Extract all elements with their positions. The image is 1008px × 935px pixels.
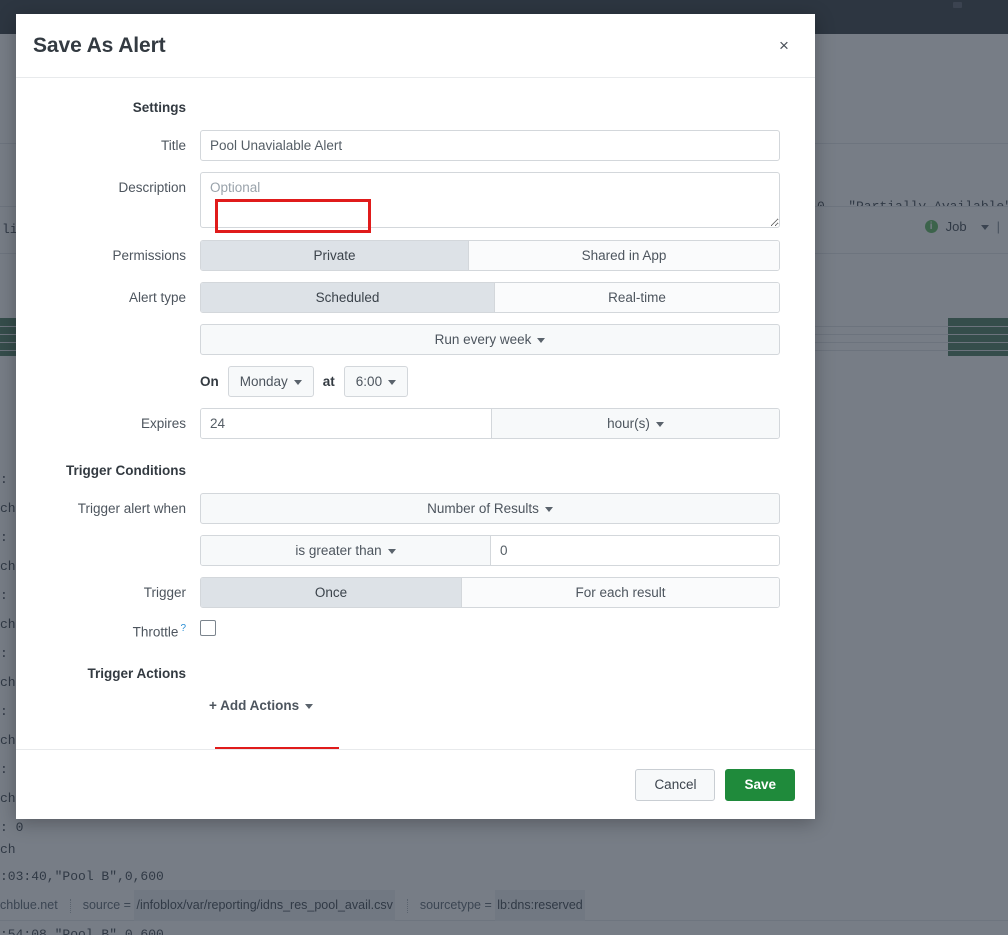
settings-section-label: Settings bbox=[16, 100, 200, 116]
expires-row: Expires hour(s) bbox=[16, 408, 815, 439]
on-label: On bbox=[200, 366, 219, 397]
alert-type-row: Alert type Scheduled Real-time bbox=[16, 282, 815, 313]
throttle-label: Throttle bbox=[133, 625, 179, 640]
schedule-time-value: 6:00 bbox=[356, 374, 382, 389]
trigger-condition-row: is greater than bbox=[16, 535, 815, 566]
trigger-threshold-input[interactable] bbox=[491, 536, 779, 565]
settings-section: Settings bbox=[16, 100, 815, 116]
schedule-day-time-row: On Monday at 6:00 bbox=[16, 366, 815, 397]
trigger-mode-row: Trigger Once For each result bbox=[16, 577, 815, 608]
permissions-row: Permissions Private Shared in App bbox=[16, 240, 815, 271]
expires-value-input[interactable] bbox=[201, 409, 491, 438]
description-row: Description bbox=[16, 172, 815, 233]
schedule-row: Run every week bbox=[16, 324, 815, 355]
alert-type-toggle-group: Scheduled Real-time bbox=[200, 282, 780, 313]
dialog-footer: Cancel Save bbox=[16, 749, 815, 819]
expires-unit-value: hour(s) bbox=[607, 416, 650, 431]
title-row: Title bbox=[16, 130, 815, 161]
description-label: Description bbox=[16, 172, 200, 203]
alert-type-option-scheduled[interactable]: Scheduled bbox=[201, 283, 494, 312]
add-actions-row: + Add Actions bbox=[16, 692, 815, 719]
trigger-alert-when-row: Trigger alert when Number of Results bbox=[16, 493, 815, 524]
throttle-row: Throttle? bbox=[16, 620, 815, 642]
schedule-day-value: Monday bbox=[240, 374, 288, 389]
help-icon[interactable]: ? bbox=[180, 623, 186, 634]
trigger-mode-option-once[interactable]: Once bbox=[201, 578, 461, 607]
dialog-body: Settings Title Description Permissions P… bbox=[16, 78, 815, 749]
at-label: at bbox=[323, 366, 335, 397]
trigger-conditions-section-label: Trigger Conditions bbox=[16, 463, 200, 479]
chevron-down-icon bbox=[388, 380, 396, 385]
chevron-down-icon bbox=[656, 422, 664, 427]
trigger-alert-when-label: Trigger alert when bbox=[16, 493, 200, 524]
trigger-alert-when-value: Number of Results bbox=[427, 501, 539, 516]
trigger-mode-label: Trigger bbox=[16, 577, 200, 608]
add-actions-button[interactable]: + Add Actions bbox=[200, 692, 322, 719]
description-textarea[interactable] bbox=[200, 172, 780, 228]
chevron-down-icon bbox=[545, 507, 553, 512]
expires-control: hour(s) bbox=[200, 408, 780, 439]
trigger-comparator-value: is greater than bbox=[295, 543, 381, 558]
cancel-button[interactable]: Cancel bbox=[635, 769, 715, 801]
schedule-frequency-dropdown[interactable]: Run every week bbox=[200, 324, 780, 355]
throttle-label-wrap: Throttle? bbox=[16, 620, 200, 642]
title-input[interactable] bbox=[200, 130, 780, 161]
permissions-option-private[interactable]: Private bbox=[201, 241, 468, 270]
chevron-down-icon bbox=[294, 380, 302, 385]
alert-type-label: Alert type bbox=[16, 282, 200, 313]
dialog-header: Save As Alert × bbox=[16, 14, 815, 78]
trigger-actions-section-label: Trigger Actions bbox=[16, 666, 200, 682]
add-actions-label: + Add Actions bbox=[209, 698, 299, 713]
trigger-mode-toggle-group: Once For each result bbox=[200, 577, 780, 608]
alert-type-option-real-time[interactable]: Real-time bbox=[494, 283, 779, 312]
trigger-mode-option-for-each-result[interactable]: For each result bbox=[461, 578, 779, 607]
trigger-conditions-section: Trigger Conditions bbox=[16, 463, 815, 479]
chevron-down-icon bbox=[388, 549, 396, 554]
trigger-condition-control: is greater than bbox=[200, 535, 780, 566]
title-label: Title bbox=[16, 130, 200, 161]
add-actions-highlight bbox=[215, 747, 339, 749]
schedule-day-dropdown[interactable]: Monday bbox=[228, 366, 314, 397]
chevron-down-icon bbox=[305, 704, 313, 709]
permissions-toggle-group: Private Shared in App bbox=[200, 240, 780, 271]
expires-unit-dropdown[interactable]: hour(s) bbox=[491, 409, 779, 438]
save-button[interactable]: Save bbox=[725, 769, 795, 801]
trigger-actions-section: Trigger Actions bbox=[16, 666, 815, 682]
trigger-alert-when-dropdown[interactable]: Number of Results bbox=[200, 493, 780, 524]
save-as-alert-dialog: Save As Alert × Settings Title Descripti… bbox=[16, 14, 815, 819]
expires-label: Expires bbox=[16, 408, 200, 439]
page-title: Save As Alert bbox=[33, 34, 166, 58]
permissions-option-shared-in-app[interactable]: Shared in App bbox=[468, 241, 779, 270]
close-icon[interactable]: × bbox=[771, 33, 797, 59]
permissions-label: Permissions bbox=[16, 240, 200, 271]
schedule-frequency-value: Run every week bbox=[435, 332, 532, 347]
chevron-down-icon bbox=[537, 338, 545, 343]
trigger-comparator-dropdown[interactable]: is greater than bbox=[201, 536, 491, 565]
throttle-checkbox[interactable] bbox=[200, 620, 216, 636]
schedule-time-dropdown[interactable]: 6:00 bbox=[344, 366, 408, 397]
